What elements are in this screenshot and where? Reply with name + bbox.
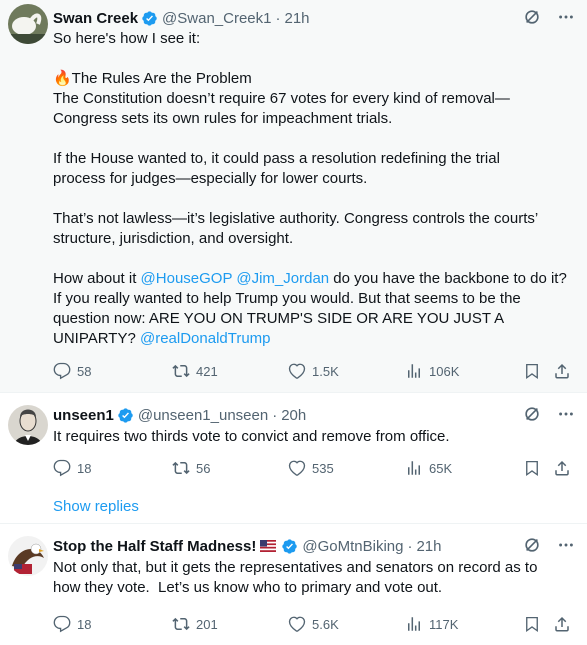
verified-badge-icon (282, 538, 298, 554)
share-button[interactable] (553, 459, 571, 477)
tweet-unseen1[interactable]: unseen1 @unseen1_unseen · 20h It require… (0, 392, 587, 523)
reply-count: 18 (77, 460, 92, 476)
views-count: 65K (429, 460, 453, 476)
timestamp[interactable]: 21h (285, 10, 310, 27)
like-icon (288, 616, 306, 632)
views-button[interactable]: 117K (405, 615, 458, 633)
bookmark-icon (526, 363, 538, 380)
like-count: 5.6K (312, 616, 339, 632)
reply-button[interactable]: 18 (53, 615, 91, 633)
mention-jim-jordan[interactable]: @Jim_Jordan (236, 270, 329, 287)
avatar[interactable] (8, 536, 48, 576)
repost-icon (172, 364, 190, 378)
author-name[interactable]: Swan Creek (53, 10, 138, 27)
reply-count: 18 (77, 616, 92, 632)
repost-count: 201 (196, 616, 218, 632)
share-button[interactable] (553, 615, 571, 633)
views-icon (408, 461, 420, 475)
more-icon[interactable] (557, 536, 575, 554)
reply-button[interactable]: 58 (53, 362, 91, 380)
tweet-swan-creek[interactable]: Swan Creek @Swan_Creek1 · 21h So here's … (0, 0, 587, 392)
mention-realdonaldtrump[interactable]: @realDonaldTrump (140, 330, 271, 347)
repost-button[interactable]: 56 (172, 459, 210, 477)
repost-button[interactable]: 421 (172, 362, 218, 380)
views-count: 117K (429, 616, 459, 632)
separator-dot: · (407, 537, 413, 555)
grok-icon[interactable] (523, 405, 541, 423)
tweet-actions: 18 56 535 65K (53, 458, 573, 478)
bookmark-button[interactable] (523, 615, 541, 633)
views-icon (408, 364, 420, 378)
verified-badge-icon (118, 407, 133, 423)
bookmark-icon (526, 616, 538, 633)
separator-dot: · (275, 9, 281, 27)
author-handle[interactable]: @unseen1_unseen (138, 407, 268, 424)
more-icon[interactable] (557, 8, 575, 26)
reply-icon (53, 459, 71, 477)
timestamp[interactable]: 20h (281, 407, 306, 424)
tweet-gomtnbiking[interactable]: Stop the Half Staff Madness! @GoMtnBikin… (0, 523, 587, 645)
avatar[interactable] (8, 4, 48, 44)
us-flag-icon (260, 540, 277, 552)
author-name[interactable]: unseen1 (53, 407, 114, 424)
like-button[interactable]: 5.6K (288, 615, 339, 633)
views-count: 106K (429, 363, 460, 379)
like-count: 535 (312, 460, 334, 476)
share-icon (555, 363, 569, 379)
repost-count: 421 (196, 363, 218, 379)
bookmark-icon (526, 460, 538, 477)
repost-icon (172, 461, 190, 475)
avatar[interactable] (8, 405, 48, 445)
timestamp[interactable]: 21h (416, 538, 441, 555)
like-icon (288, 460, 306, 476)
share-icon (555, 616, 569, 632)
tweet-text: So here's how I see it: 🔥The Rules Are t… (53, 30, 567, 347)
views-button[interactable]: 106K (405, 362, 459, 380)
like-icon (288, 363, 306, 379)
bookmark-button[interactable] (523, 459, 541, 477)
tweet-text: It requires two thirds vote to convict a… (53, 428, 450, 445)
grok-icon[interactable] (523, 536, 541, 554)
reply-button[interactable]: 18 (53, 459, 91, 477)
reply-count: 58 (77, 363, 92, 379)
views-icon (408, 617, 420, 631)
repost-button[interactable]: 201 (172, 615, 218, 633)
views-button[interactable]: 65K (405, 459, 452, 477)
reply-icon (53, 362, 71, 380)
show-replies-link[interactable]: Show replies (53, 498, 139, 515)
more-icon[interactable] (557, 405, 575, 423)
tweet-actions: 18 201 5.6K 117K (53, 614, 573, 634)
tweet-text: Not only that, but it gets the represent… (53, 559, 538, 596)
bookmark-button[interactable] (523, 362, 541, 380)
author-handle[interactable]: @Swan_Creek1 (162, 10, 271, 27)
separator-dot: · (272, 406, 278, 424)
repost-count: 56 (196, 460, 211, 476)
like-button[interactable]: 1.5K (288, 362, 339, 380)
mention-housegop[interactable]: @HouseGOP (141, 270, 233, 287)
tweet-actions: 58 421 1.5K 106K (53, 361, 573, 381)
like-button[interactable]: 535 (288, 459, 334, 477)
repost-icon (172, 617, 190, 631)
author-name[interactable]: Stop the Half Staff Madness! (53, 538, 256, 555)
author-handle[interactable]: @GoMtnBiking (302, 538, 403, 555)
like-count: 1.5K (312, 363, 339, 379)
share-icon (555, 460, 569, 476)
reply-icon (53, 615, 71, 633)
grok-icon[interactable] (523, 8, 541, 26)
verified-badge-icon (142, 10, 157, 26)
share-button[interactable] (553, 362, 571, 380)
